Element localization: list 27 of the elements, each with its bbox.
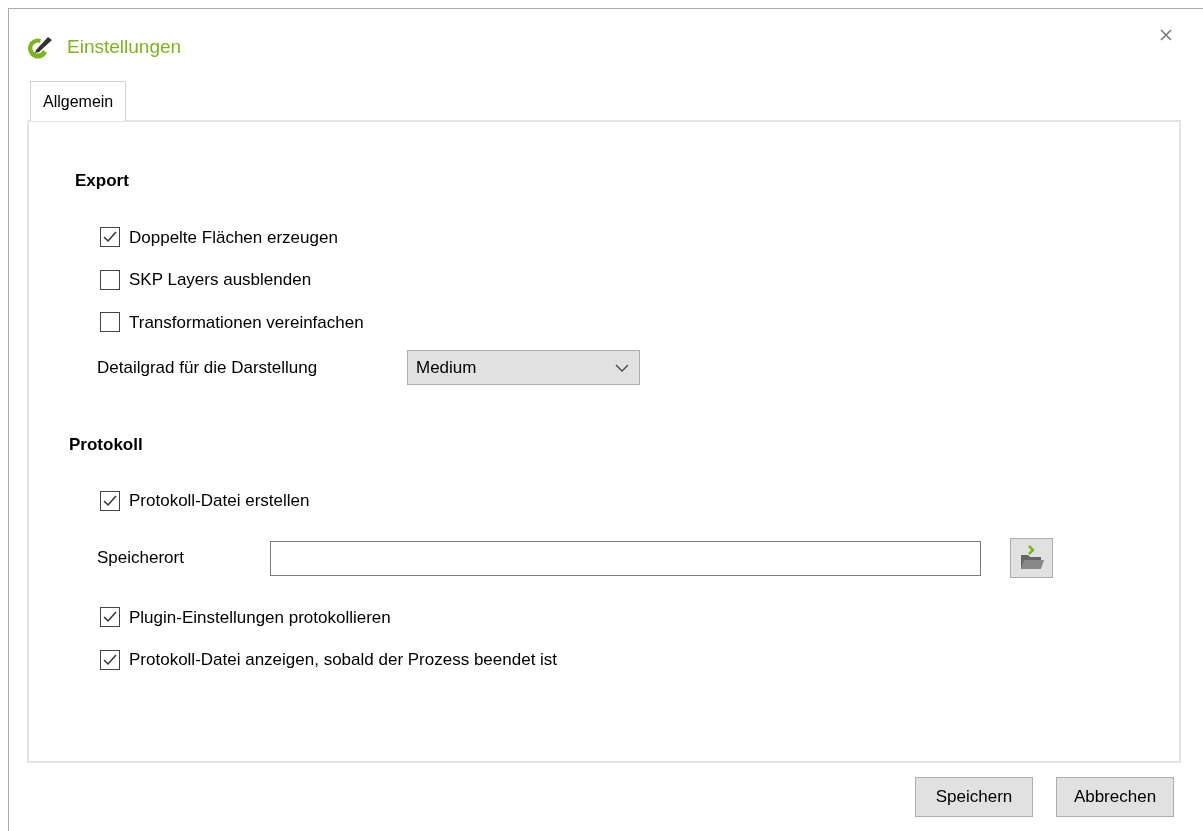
chevron-down-icon	[615, 363, 629, 372]
path-field[interactable]	[270, 540, 981, 576]
section-heading: Export	[75, 170, 130, 192]
tab[interactable]: Allgemein	[30, 81, 127, 121]
logo-icon	[27, 35, 53, 59]
checkbox-label: Protokoll-Datei erstellen	[129, 490, 310, 512]
folder-button[interactable]	[1010, 538, 1053, 578]
dialog-button[interactable]: Speichern	[915, 777, 1033, 817]
checkbox-label: Protokoll-Datei anzeigen, sobald der Prozess beendet ist	[129, 649, 558, 671]
section-heading: Protokoll	[69, 433, 144, 456]
checkbox[interactable]	[100, 490, 120, 511]
checkbox[interactable]	[100, 269, 120, 290]
checkbox[interactable]	[100, 227, 120, 248]
field-label: Speicherort	[97, 547, 185, 570]
dialog-button[interactable]: Abbrechen	[1056, 777, 1174, 817]
dropdown[interactable]: Medium	[407, 350, 640, 385]
field-label: Detailgrad für die Darstellung	[97, 356, 319, 379]
close-icon[interactable]	[1159, 27, 1173, 42]
checkbox-label: Transformationen vereinfachen	[129, 311, 364, 334]
checkbox-label: Doppelte Flächen erzeugen	[129, 226, 338, 249]
checkbox[interactable]	[100, 312, 120, 333]
checkbox[interactable]	[100, 607, 120, 628]
checkbox-label: Plugin-Einstellungen protokollieren	[129, 606, 391, 629]
checkbox[interactable]	[100, 649, 120, 670]
checkbox-label: SKP Layers ausblenden	[129, 269, 312, 291]
folder-icon	[1018, 545, 1045, 571]
window-title: Einstellungen	[67, 34, 182, 59]
